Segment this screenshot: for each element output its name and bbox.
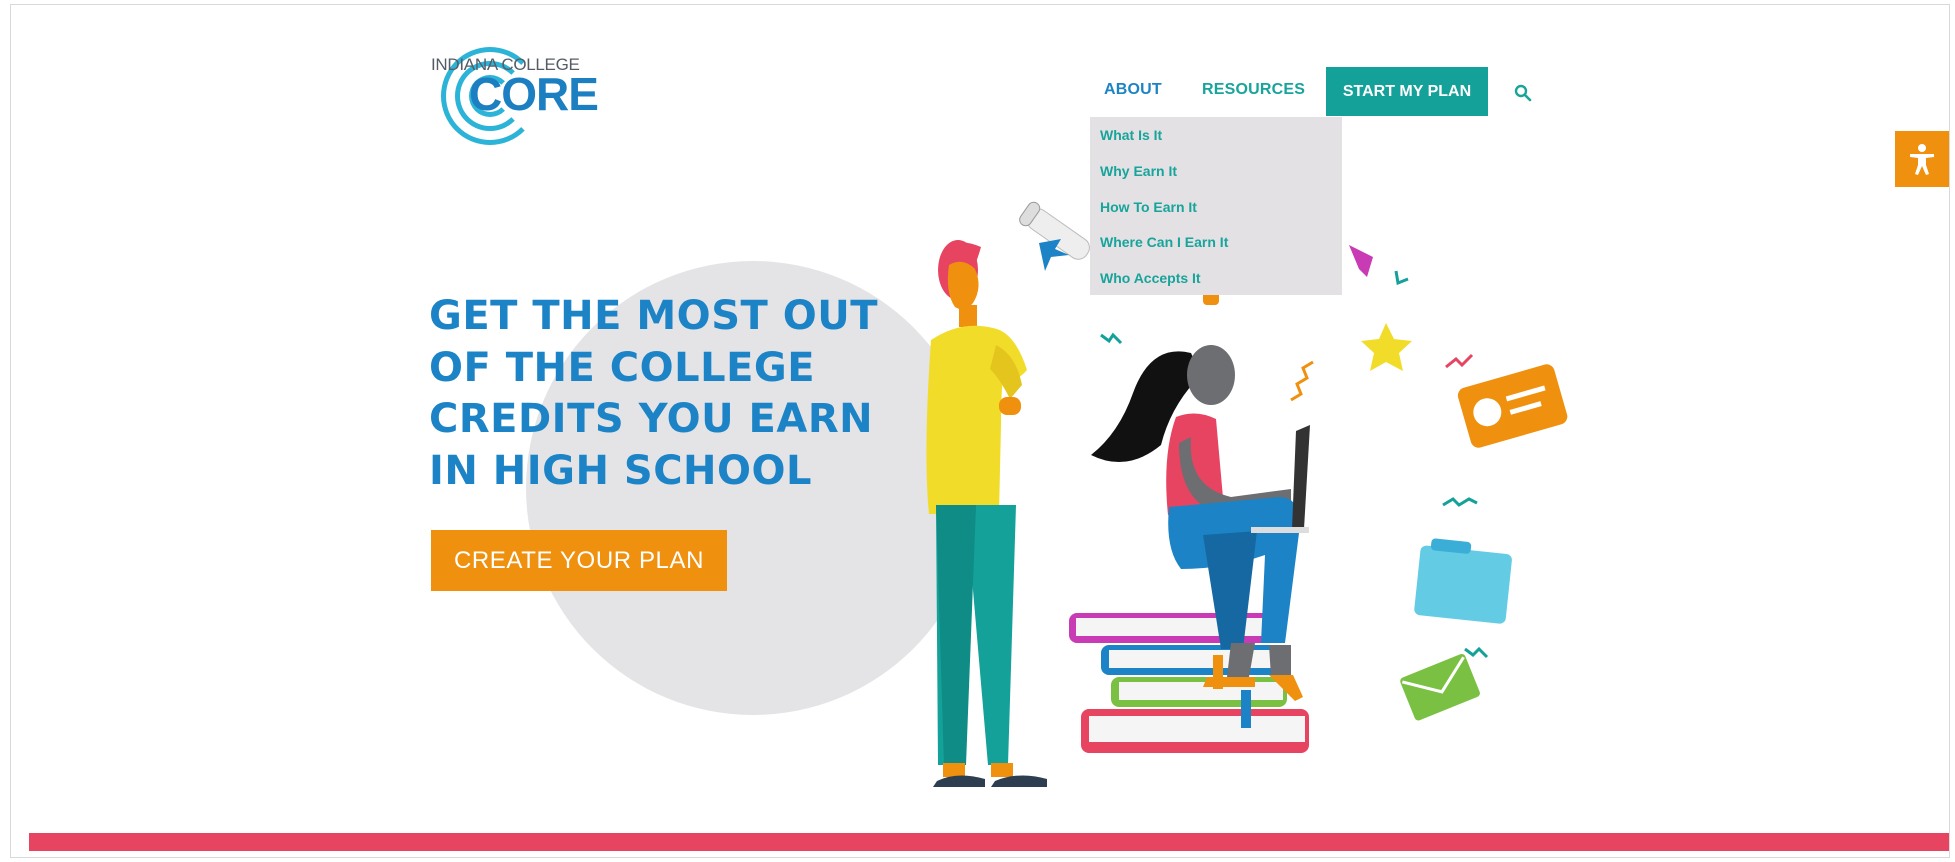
headline-line: CREDITS YOU EARN xyxy=(429,396,874,442)
dropdown-item-why-earn-it[interactable]: Why Earn It xyxy=(1100,163,1177,179)
page-frame: INDIANA COLLEGE CORE ABOUT RESOURCES STA… xyxy=(10,4,1950,858)
footer-accent-bar xyxy=(29,833,1949,851)
dropdown-item-where-can-i-earn-it[interactable]: Where Can I Earn It xyxy=(1100,234,1228,250)
headline-line: IN HIGH SCHOOL xyxy=(429,447,813,494)
nav-resources[interactable]: RESOURCES xyxy=(1202,81,1305,99)
dropdown-item-what-is-it[interactable]: What Is It xyxy=(1100,127,1162,143)
headline-line: GET THE MOST OUT xyxy=(429,293,878,339)
nav-about[interactable]: ABOUT xyxy=(1104,81,1162,99)
hero-headline: GET THE MOST OUT OF THE COLLEGE CREDITS … xyxy=(429,291,899,497)
accessibility-button[interactable] xyxy=(1895,131,1949,187)
start-my-plan-button[interactable]: START MY PLAN xyxy=(1326,67,1488,116)
dropdown-item-how-to-earn-it[interactable]: How To Earn It xyxy=(1100,199,1197,215)
logo-text-core: CORE xyxy=(469,68,599,120)
site-logo[interactable]: INDIANA COLLEGE CORE xyxy=(429,41,599,145)
dropdown-item-who-accepts-it[interactable]: Who Accepts It xyxy=(1100,270,1201,286)
search-icon[interactable] xyxy=(1514,84,1532,102)
accessibility-icon xyxy=(1910,144,1934,175)
about-dropdown-menu: What Is It Why Earn It How To Earn It Wh… xyxy=(1090,117,1342,295)
create-your-plan-button[interactable]: CREATE YOUR PLAN xyxy=(431,530,727,591)
headline-line: OF THE COLLEGE xyxy=(429,344,816,391)
